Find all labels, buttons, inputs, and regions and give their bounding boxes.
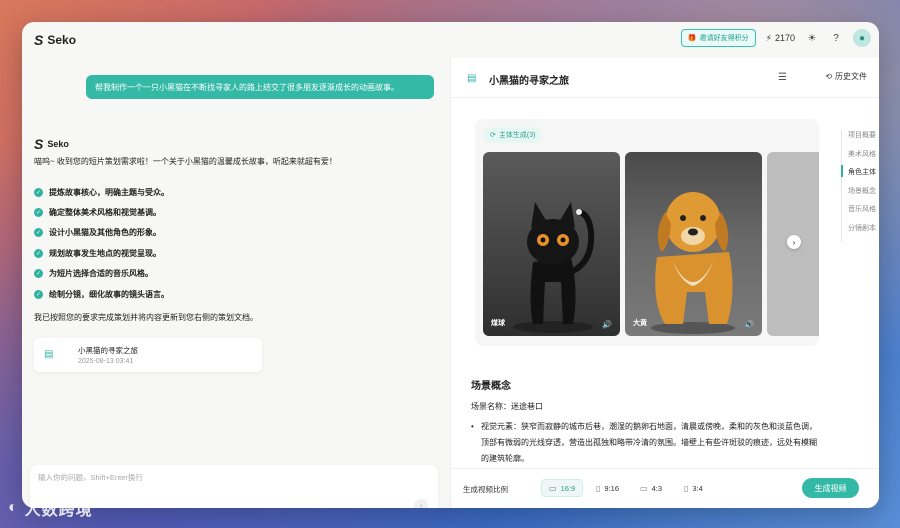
document-panel: ▤ 小黑猫的寻家之旅 ☰ ⟲ 历史文件 ⟳ 主体生成(3) 煤球 🔊 大黄 🔊 … [450,58,879,508]
outline-item[interactable]: 音乐风格 [842,204,876,223]
gift-icon: 🎁 [687,35,697,42]
check-icon: ✓ [34,228,43,238]
gallery-next-icon[interactable]: › [787,235,801,249]
ratio-option-9-16[interactable]: ▯ 9:16 [589,479,626,497]
character-name: 大黄 [633,320,647,327]
chat-panel: 帮我制作一个一只小黑猫在不断找寻家人的路上结交了很多朋友逐渐成长的动画故事。 S… [22,58,450,508]
lightning-icon: ⚡ [765,32,772,43]
scene-section-heading: 场景概念 [471,381,511,392]
plan-step-label: 确定整体美术风格和视觉基调。 [49,208,161,218]
ratio-value: 4:3 [651,483,662,493]
ratio-value: 3:4 [692,483,703,493]
plan-step-label: 提炼故事核心，明确主题与受众。 [49,187,169,197]
outline-item[interactable]: 分镜剧本 [842,223,876,242]
plan-step: ✓ 为短片选择合适的音乐风格。 [34,264,169,284]
ratio-option-3-4[interactable]: ▯ 3:4 [677,479,710,497]
voice-icon[interactable]: 🔊 [602,320,612,329]
check-icon: ✓ [34,248,43,258]
app-window: S Seko 🎁 邀请好友得积分 ⚡ 2170 ☀ ? ● 帮我制作一个一只小黑… [22,22,879,508]
generate-footer: 生成视频比例 ▭ 16:9 ▯ 9:16 ▭ 4:3 ▯ 3:4 生成视频 [451,468,879,508]
history-icon: ⟲ [825,72,832,81]
outline-item-active[interactable]: 角色主体 [841,165,876,186]
doc-card-time: 2025-08-13 03:41 [78,358,134,365]
character-card-cat[interactable]: 煤球 🔊 [483,152,620,336]
outline-toggle-icon[interactable]: ☰ [778,72,787,83]
plan-step: ✓ 设计小黑猫及其他角色的形象。 [34,223,169,243]
bot-name-label: Seko [47,139,69,149]
watermark-logo-icon: ◐ [8,499,19,516]
plan-step: ✓ 提炼故事核心，明确主题与受众。 [34,182,169,202]
app-logo[interactable]: S Seko [34,32,76,48]
check-icon: ✓ [34,289,43,299]
landscape-icon: ▭ [640,483,648,493]
outline-item[interactable]: 项目概要 [842,130,876,149]
topbar-actions: 🎁 邀请好友得积分 ⚡ 2170 ☀ ? ● [680,29,871,47]
plan-step-label: 为短片选择合适的音乐风格。 [49,269,153,279]
watermark-text: 人数跨境 [24,502,93,519]
chat-input[interactable] [38,473,418,482]
watermark: ◐ 人数跨境 [8,496,93,520]
plan-document-card[interactable]: ▤ 小黑猫的寻家之旅 2025-08-13 03:41 [34,338,262,372]
ratio-value: 16:9 [560,483,576,493]
characters-badge-label: 主体生成(3) [498,132,536,139]
check-icon: ✓ [34,187,43,197]
portrait-icon: ▯ [596,483,601,493]
refresh-icon: ⟳ [490,132,496,139]
ratio-option-16-9[interactable]: ▭ 16:9 [541,479,584,497]
send-button[interactable]: ↑ [414,499,428,508]
bot-header: S Seko [34,136,69,152]
help-icon[interactable]: ? [829,31,843,45]
check-icon: ✓ [34,208,43,218]
plan-step-label: 设计小黑猫及其他角色的形象。 [49,228,161,238]
user-avatar[interactable]: ● [853,29,871,47]
voice-icon[interactable]: 🔊 [744,320,754,329]
scene-visual-elements: 视觉元素：狭窄而寂静的城市后巷，潮湿的鹅卵石地面，清晨或傍晚，柔和的灰色和淡蓝色… [471,419,821,467]
ratio-label: 生成视频比例 [463,485,508,494]
doc-card-title: 小黑猫的寻家之旅 [78,346,138,355]
portrait-icon: ▯ [684,483,689,493]
plan-step: ✓ 确定整体美术风格和视觉基调。 [34,202,169,222]
bot-done-text: 我已按照您的要求完成策划并将内容更新到您右侧的策划文档。 [34,313,258,322]
scene-name-line: 场景名称：迷途巷口 [471,402,543,411]
plan-step: ✓ 规划故事发生地点的视觉呈现。 [34,243,169,263]
credits-counter[interactable]: ⚡ 2170 [766,33,795,44]
plan-step: ✓ 绘制分镜，细化故事的镜头语言。 [34,284,169,304]
top-bar: S Seko 🎁 邀请好友得积分 ⚡ 2170 ☀ ? ● [22,22,879,58]
outline-item[interactable]: 场景概念 [842,186,876,205]
check-icon: ✓ [34,269,43,279]
black-cat-image [513,202,595,333]
document-header: ▤ 小黑猫的寻家之旅 ☰ ⟲ 历史文件 [451,58,879,98]
character-card-dog[interactable]: 大黄 🔊 [625,152,762,336]
user-message: 帮我制作一个一只小黑猫在不断找寻家人的路上结交了很多朋友逐渐成长的动画故事。 [86,75,434,99]
golden-dog-image [651,192,735,334]
invite-friends-label: 邀请好友得积分 [699,35,749,42]
document-title: 小黑猫的寻家之旅 [489,76,569,87]
plan-step-label: 绘制分镜，细化故事的镜头语言。 [49,289,169,299]
ratio-option-4-3[interactable]: ▭ 4:3 [633,479,669,497]
generate-video-button[interactable]: 生成视频 [802,478,859,498]
document-outline: 项目概要 美术风格 角色主体 场景概念 音乐风格 分镜剧本 [841,130,876,242]
invite-friends-button[interactable]: 🎁 邀请好友得积分 [680,29,756,47]
app-name: Seko [47,33,77,47]
history-files-label: 历史文件 [835,72,867,81]
theme-toggle-icon[interactable]: ☀ [805,31,819,45]
outline-item[interactable]: 美术风格 [842,149,876,168]
landscape-icon: ▭ [549,483,557,493]
plan-steps-list: ✓ 提炼故事核心，明确主题与受众。 ✓ 确定整体美术风格和视觉基调。 ✓ 设计小黑猫及… [34,182,169,304]
character-name: 煤球 [491,320,505,327]
character-gallery: ⟳ 主体生成(3) 煤球 🔊 大黄 🔊 › [475,119,819,346]
logo-mark-icon: S [34,32,44,48]
document-icon: ▤ [44,349,54,360]
plan-step-label: 规划故事发生地点的视觉呈现。 [49,248,161,258]
document-icon: ▤ [467,73,477,84]
bot-logo-icon: S [34,136,44,152]
credits-value: 2170 [774,33,795,43]
bot-intro-text: 喵呜~ 收到您的短片策划需求啦！一个关于小黑猫的温馨成长故事，听起来就超有爱！ [34,157,337,166]
history-files-button[interactable]: ⟲ 历史文件 [825,71,867,82]
ratio-value: 9:16 [604,483,620,493]
characters-badge[interactable]: ⟳ 主体生成(3) [483,127,543,143]
